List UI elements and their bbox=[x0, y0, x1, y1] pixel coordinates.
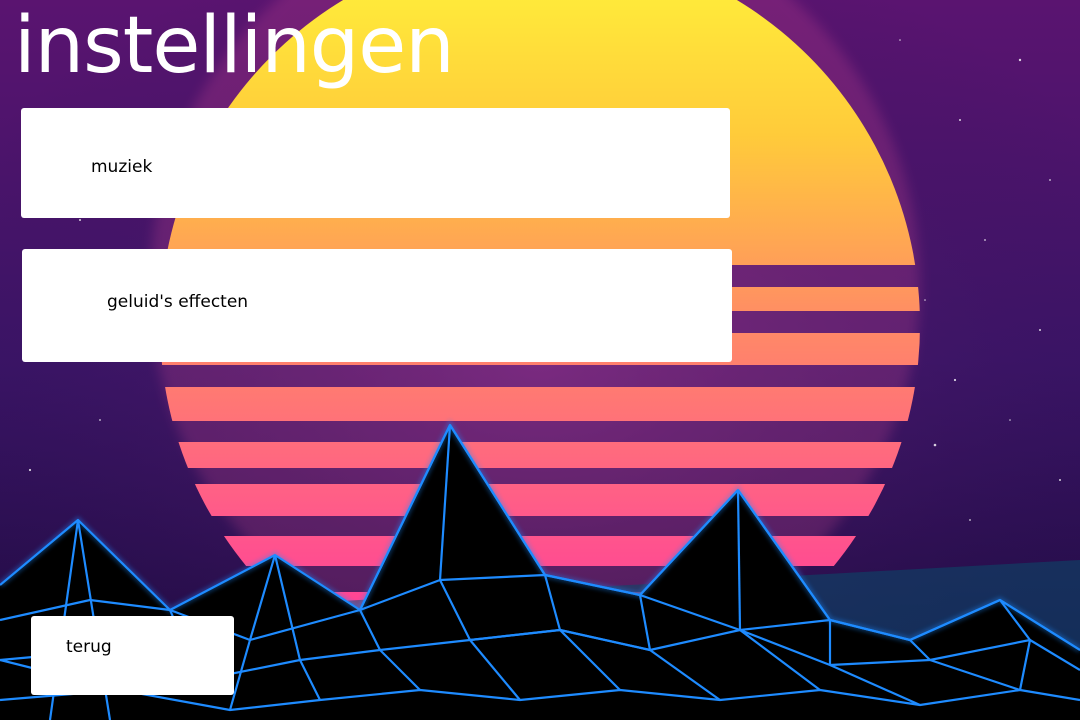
sound-effects-button[interactable]: geluid's effecten bbox=[22, 249, 732, 362]
music-button[interactable]: muziek bbox=[21, 108, 730, 218]
music-button-label: muziek bbox=[91, 157, 153, 177]
sound-effects-button-label: geluid's effecten bbox=[107, 292, 249, 312]
back-button-label: terug bbox=[66, 637, 112, 657]
page-title: instellingen bbox=[14, 1, 455, 91]
back-button[interactable]: terug bbox=[31, 616, 234, 695]
